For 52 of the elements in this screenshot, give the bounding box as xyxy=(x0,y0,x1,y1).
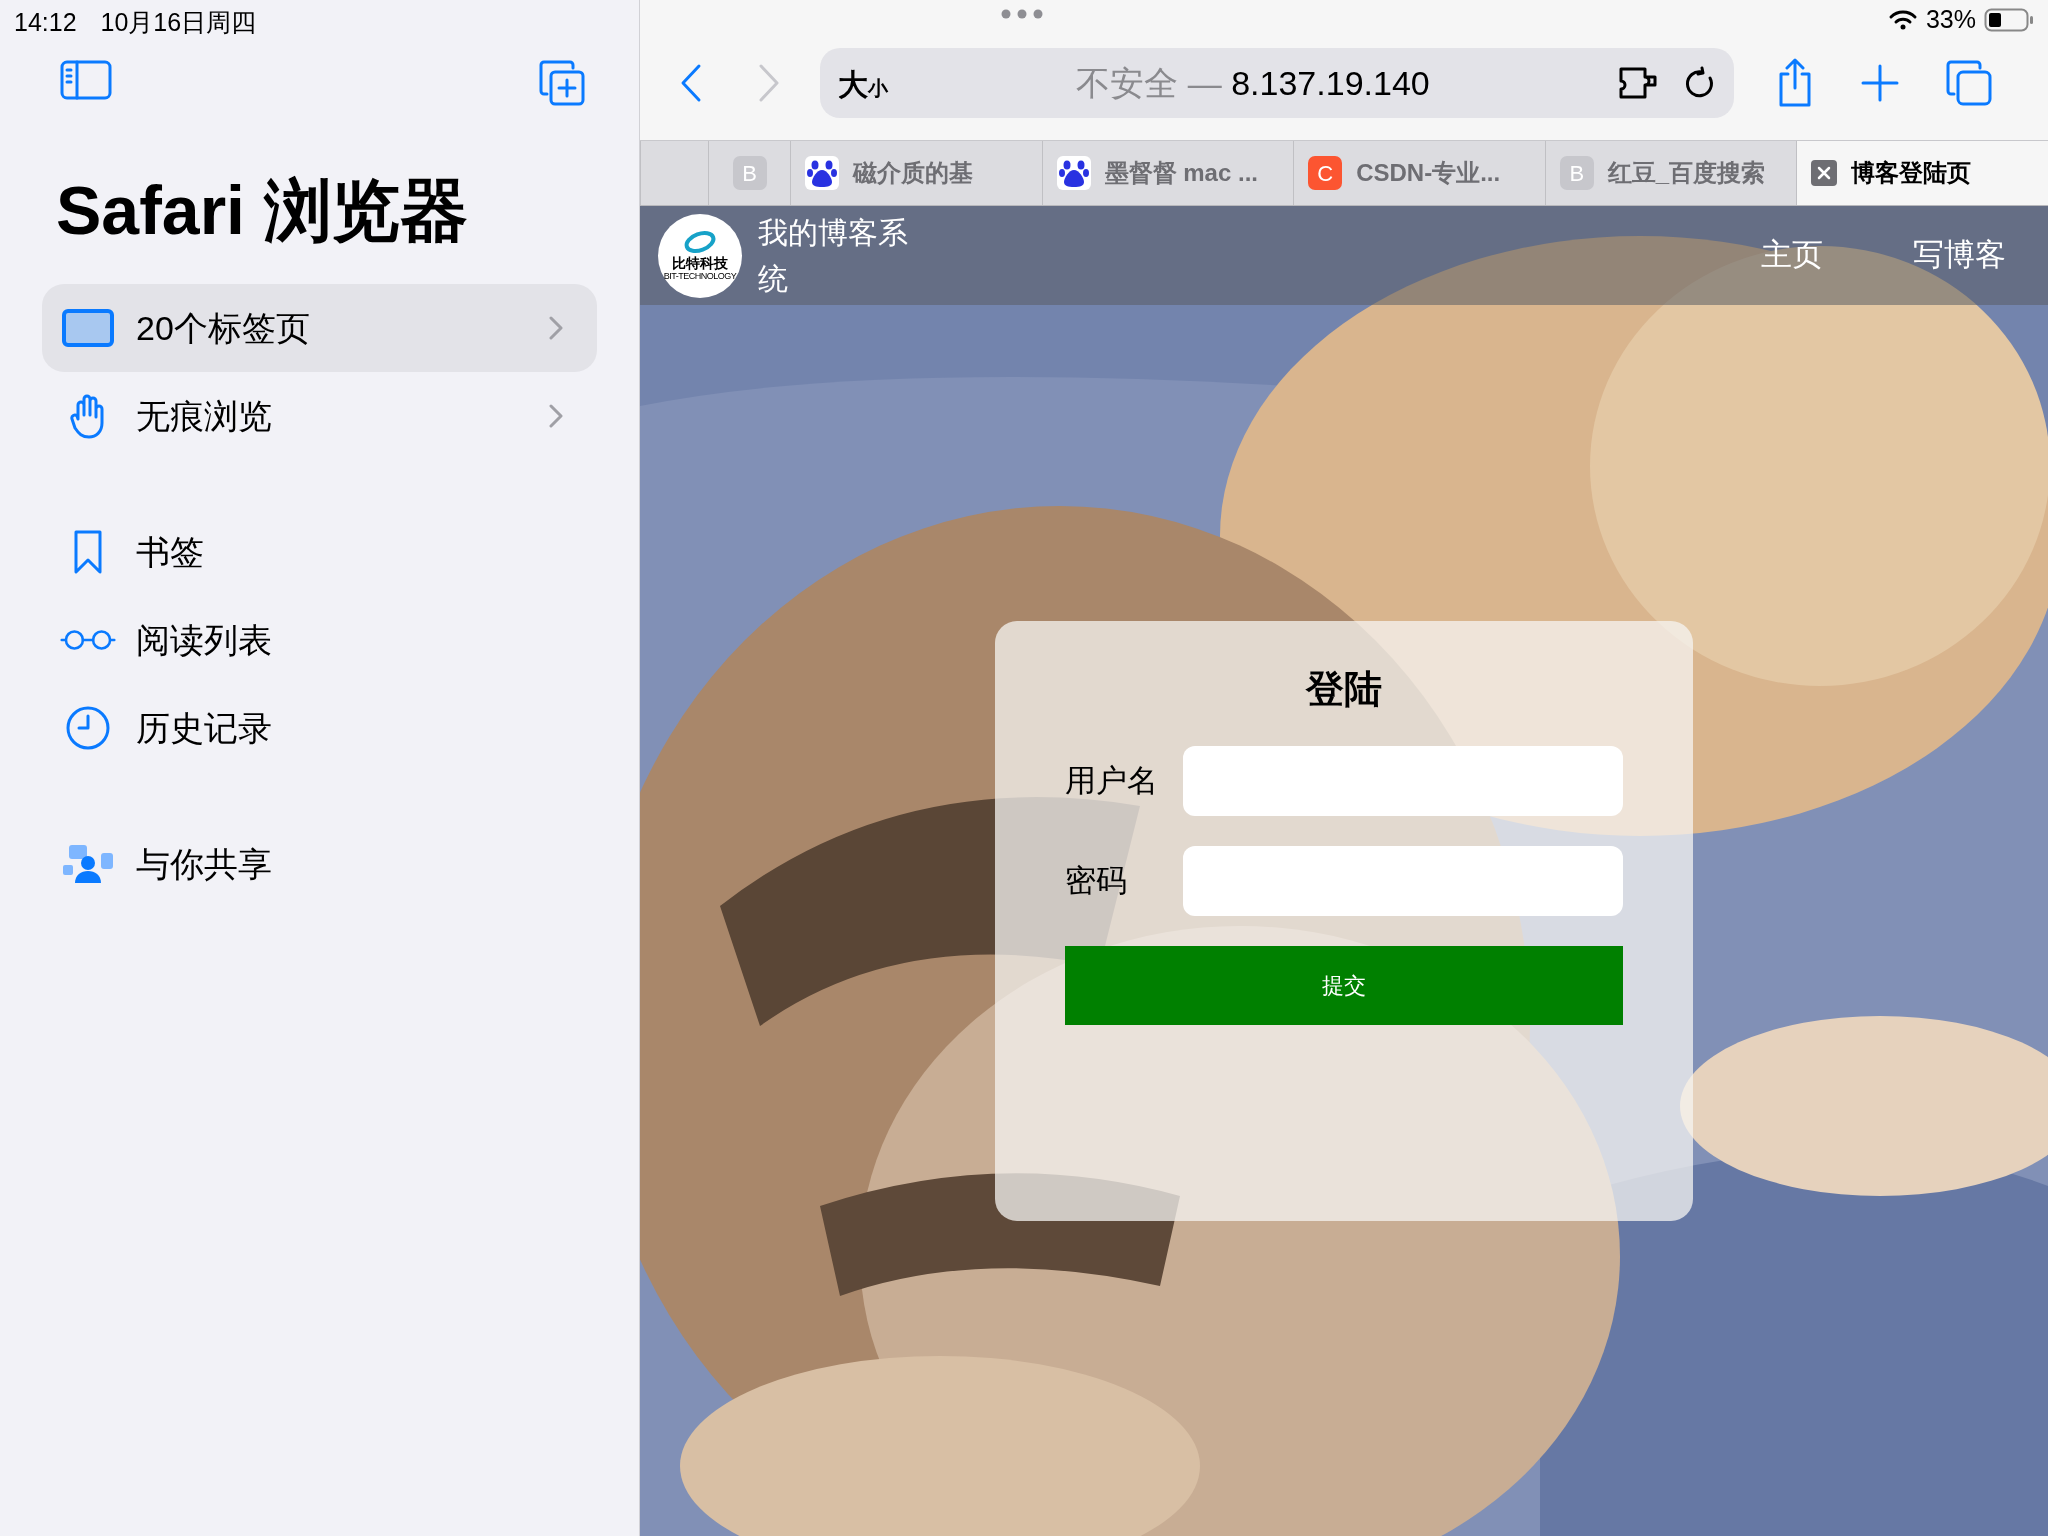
bookmark-icon xyxy=(73,529,103,575)
sidebar-item[interactable]: 阅读列表 xyxy=(42,596,597,684)
sidebar-item[interactable]: 与你共享 xyxy=(42,820,597,908)
chevron-icon xyxy=(549,404,563,428)
field-label: 用户名 xyxy=(1065,761,1159,800)
extension-icon[interactable] xyxy=(1618,66,1660,100)
sidebar-item[interactable]: 书签 xyxy=(42,508,597,596)
close-icon[interactable] xyxy=(1811,160,1838,186)
field-label: 密码 xyxy=(1065,861,1128,900)
logo-text: 比特科技 xyxy=(672,256,728,272)
sidebar-item[interactable]: 历史记录 xyxy=(42,684,597,772)
address-bar[interactable]: 大小 不安全 — 8.137.19.140 xyxy=(820,48,1734,118)
site-title: 我的博客系统 xyxy=(758,214,909,297)
paw-icon xyxy=(1056,156,1091,190)
hand-icon xyxy=(70,393,106,439)
submit-button[interactable]: 提交 xyxy=(1065,946,1623,1025)
sidebar-title: Safari 浏览器 xyxy=(55,171,469,250)
browser-tab[interactable]: C CSDN-专业... xyxy=(1293,141,1545,205)
clock-icon xyxy=(65,705,111,751)
back-icon[interactable] xyxy=(680,63,702,103)
url-text: 不安全 — 8.137.19.140 xyxy=(1075,62,1431,104)
login-title: 登陆 xyxy=(1304,667,1383,712)
input-field[interactable] xyxy=(1183,846,1623,916)
wifi-icon xyxy=(1887,9,1918,31)
time-text: 14:12 xyxy=(14,7,77,36)
reload-icon[interactable] xyxy=(1684,66,1716,100)
glasses-icon xyxy=(60,627,116,653)
new-tab-group-icon[interactable] xyxy=(539,60,585,106)
nav-link[interactable]: 写博客 xyxy=(1913,232,2006,279)
battery-percent: 33% xyxy=(1925,4,1976,36)
reader-button[interactable]: 大小 xyxy=(838,57,888,109)
site-icon: B xyxy=(732,156,767,190)
browser-tab[interactable]: B 红豆_百度搜索 xyxy=(1544,141,1797,205)
date-text: 10月16日周四 xyxy=(100,7,257,36)
sidebar-item[interactable]: 20个标签页 xyxy=(42,284,597,372)
site-icon: C xyxy=(1308,156,1343,190)
tablet-icon xyxy=(62,309,114,347)
sidebar-icon[interactable] xyxy=(60,60,112,100)
sidebar-item[interactable]: 无痕浏览 xyxy=(42,372,597,460)
browser-tab[interactable]: 博客登陆页 xyxy=(1796,141,2048,205)
site-icon: B xyxy=(1559,156,1594,190)
logo-subtext: BIT-TECHNOLOGY xyxy=(663,271,737,281)
paw-icon xyxy=(805,156,839,190)
battery-icon xyxy=(1984,8,2034,32)
input-field[interactable] xyxy=(1183,746,1623,816)
chevron-icon xyxy=(549,316,563,340)
shared-people-icon xyxy=(61,843,115,885)
more-icon[interactable] xyxy=(1000,8,1044,20)
new-tab-icon[interactable] xyxy=(1860,63,1900,103)
browser-tab[interactable]: 墨督督 mac ... xyxy=(1041,141,1294,205)
browser-tab[interactable]: 磁介质的基 xyxy=(790,141,1042,205)
tabs-overview-icon[interactable] xyxy=(1946,60,1992,106)
